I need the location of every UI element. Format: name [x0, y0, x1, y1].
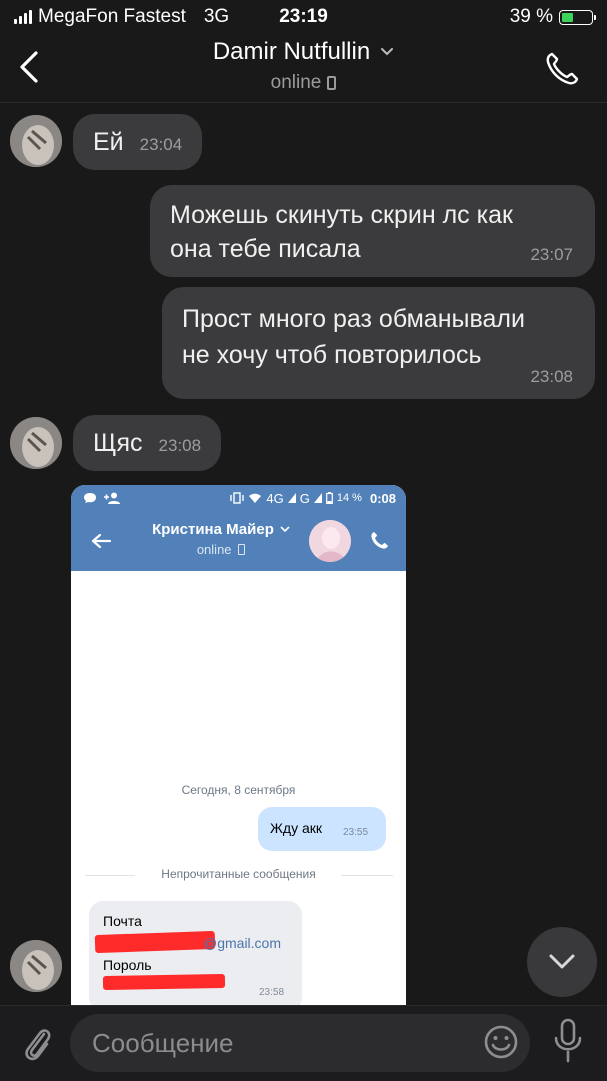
message-time: 23:08: [530, 367, 573, 386]
message-time: 23:07: [530, 245, 573, 264]
message-line: Пороль: [103, 957, 152, 973]
attach-icon[interactable]: [20, 1020, 54, 1064]
chevron-down-icon: [381, 48, 394, 56]
scroll-down-button[interactable]: [527, 927, 597, 997]
embedded-chat-header: Кристина Майер online: [71, 511, 406, 571]
message-time: 23:04: [139, 135, 183, 154]
date-separator: Сегодня, 8 сентября: [181, 783, 296, 797]
message-line: она тебе писала: [170, 235, 361, 263]
embedded-contact-name: Кристина Майер: [152, 521, 274, 538]
avatar[interactable]: [10, 115, 62, 167]
embedded-contact-status: online: [196, 542, 232, 557]
signal-icon: [313, 493, 322, 503]
message-bubble-in[interactable]: Щяс 23:08: [73, 415, 222, 471]
microphone-icon[interactable]: [552, 1018, 584, 1064]
embedded-message-in: Почта @gmail.com Пороль 23:58: [89, 901, 302, 1005]
mobile-icon: [238, 544, 246, 555]
message-time: 23:55: [343, 827, 369, 838]
battery-icon: [559, 9, 596, 25]
chevron-down-icon: [280, 526, 290, 533]
redaction-mark: [102, 973, 226, 991]
message-time: 23:08: [158, 436, 202, 455]
photo-message[interactable]: 4G G 14 % 0:08 Кристина Майер online Сег…: [71, 485, 406, 1005]
embedded-battery: 14 %: [336, 492, 362, 504]
message-text: Щяс: [93, 429, 143, 457]
status-right: 39 %: [509, 6, 596, 28]
contact-status: online: [270, 72, 322, 93]
message-bubble-out[interactable]: Можешь скинуть скрин лс как она тебе пис…: [150, 185, 595, 277]
message-bubble-in[interactable]: Ей 23:04: [73, 114, 203, 170]
battery-percent: 39 %: [509, 6, 553, 27]
embedded-network-2: G: [299, 490, 310, 506]
phone-icon: [371, 532, 388, 549]
message-line: не хочу чтоб повторилось: [182, 341, 482, 369]
message-bubble-out[interactable]: Прост много раз обманывали не хочу чтоб …: [162, 287, 595, 399]
signal-icon: [287, 493, 296, 503]
message-time: 23:58: [259, 987, 285, 998]
message-text: Ей: [93, 128, 124, 156]
chat-title-block[interactable]: Damir Nutfullin online: [0, 38, 607, 94]
back-arrow-icon: [91, 533, 111, 549]
chat-bubble-icon: [84, 493, 96, 503]
unread-label: Непрочитанные сообщения: [161, 867, 316, 881]
message-text: Жду акк: [270, 820, 323, 836]
emoji-icon[interactable]: [483, 1024, 519, 1060]
embedded-avatar: [309, 520, 351, 562]
embedded-message-out: Жду акк 23:55: [258, 807, 386, 851]
contact-name: Damir Nutfullin: [212, 38, 371, 65]
embedded-time: 0:08: [369, 490, 396, 506]
add-person-icon: [104, 492, 120, 504]
avatar[interactable]: [10, 417, 62, 469]
redaction-mark: [94, 930, 216, 954]
avatar[interactable]: [10, 940, 62, 992]
wifi-icon: [249, 493, 262, 503]
status-bar: MegaFon Fastest 3G 23:19 39 %: [0, 0, 607, 36]
embedded-status-bar: 4G G 14 % 0:08: [71, 485, 406, 511]
chat-header: Damir Nutfullin online: [0, 36, 607, 103]
mobile-icon: [327, 76, 337, 90]
message-line: Можешь скинуть скрин лс как: [170, 201, 513, 229]
phone-icon[interactable]: [543, 50, 581, 88]
email-domain: @gmail.com: [203, 935, 282, 951]
chevron-down-icon: [549, 954, 575, 969]
unread-divider: Непрочитанные сообщения: [71, 865, 406, 905]
embedded-chat-body: Сегодня, 8 сентября Жду акк 23:55 Непроч…: [71, 571, 406, 1005]
embedded-network: 4G: [266, 490, 284, 506]
message-line: Прост много раз обманывали: [182, 305, 525, 333]
message-line: Почта: [103, 913, 142, 929]
vibrate-icon: [230, 492, 245, 504]
battery-icon: [325, 492, 333, 504]
message-input-placeholder: Сообщение: [92, 1028, 234, 1058]
